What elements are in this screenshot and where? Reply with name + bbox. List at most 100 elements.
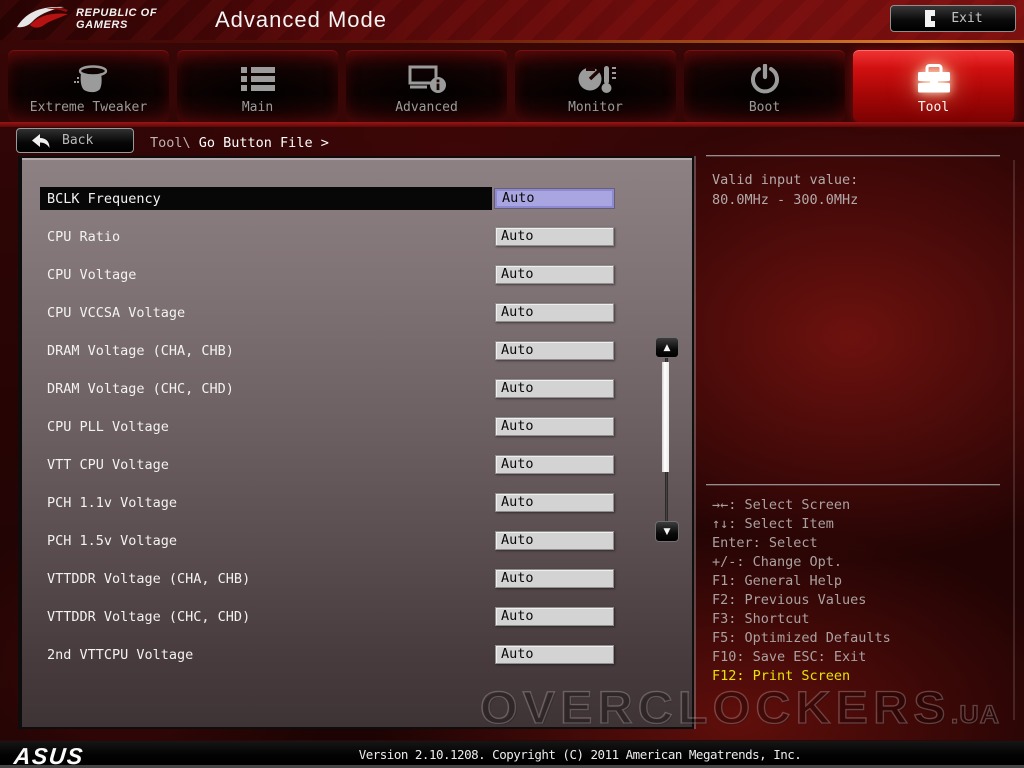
tweaker-dial-icon [8, 61, 169, 97]
setting-row[interactable]: DRAM Voltage (CHC, CHD) Auto [22, 379, 692, 417]
scrollbar-thumb[interactable] [662, 362, 669, 472]
setting-value-field[interactable]: Auto [495, 645, 614, 664]
header-bar: REPUBLIC OF GAMERS Advanced Mode Exit [0, 0, 1024, 40]
setting-label: CPU PLL Voltage [47, 419, 169, 435]
valid-input-range: 80.0MHz - 300.0MHz [712, 191, 859, 208]
back-button[interactable]: Back [16, 128, 134, 153]
hotkey-line: ↑↓: Select Item [712, 516, 834, 532]
scroll-down-button[interactable]: ▼ [655, 521, 679, 542]
setting-value-field[interactable]: Auto [495, 569, 614, 588]
settings-list: BCLK Frequency Auto CPU Ratio Auto CPU V… [22, 187, 692, 683]
setting-value-field[interactable]: Auto [495, 607, 614, 626]
hotkey-line: Enter: Select [712, 535, 818, 551]
setting-label: BCLK Frequency [47, 191, 161, 207]
setting-value-field[interactable]: Auto [495, 531, 614, 550]
tab-tool[interactable]: Tool [853, 50, 1014, 122]
hotkey-line: +/-: Change Opt. [712, 554, 843, 570]
exit-label: Exit [951, 11, 983, 26]
exit-button[interactable]: Exit [890, 5, 1016, 32]
tab-extreme-tweaker[interactable]: Extreme Tweaker [8, 50, 169, 122]
setting-label: CPU Ratio [47, 229, 121, 245]
setting-row[interactable]: VTTDDR Voltage (CHC, CHD) Auto [22, 607, 692, 645]
tab-label: Monitor [568, 100, 623, 115]
setting-row[interactable]: DRAM Voltage (CHA, CHB) Auto [22, 341, 692, 379]
hotkey-line: F2: Previous Values [712, 592, 867, 608]
tab-label: Boot [748, 100, 781, 115]
triangle-down-icon: ▼ [663, 526, 671, 537]
hotkey-line: F10: Save ESC: Exit [712, 649, 867, 665]
tab-advanced[interactable]: Advanced [346, 50, 507, 122]
setting-label: VTTDDR Voltage (CHA, CHB) [47, 571, 251, 587]
breadcrumb-root[interactable]: Tool\ [150, 135, 191, 151]
setting-row[interactable]: CPU Voltage Auto [22, 265, 692, 303]
hotkey-line: F5: Optimized Defaults [712, 630, 891, 646]
scroll-up-button[interactable]: ▲ [655, 337, 679, 358]
tab-label: Extreme Tweaker [29, 100, 148, 115]
setting-label: VTT CPU Voltage [47, 457, 169, 473]
setting-value-field[interactable]: Auto [495, 493, 614, 512]
setting-value-field[interactable]: Auto [495, 417, 614, 436]
tab-bar: Extreme Tweaker Main Advanced Monitor Bo… [8, 50, 1016, 122]
hotkey-line: F3: Shortcut [712, 611, 810, 627]
gauge-thermometer-icon [515, 61, 676, 97]
info-separator-top [706, 155, 1000, 157]
tab-label: Tool [917, 100, 950, 115]
toolbox-icon [853, 61, 1014, 97]
setting-value-field[interactable]: Auto [495, 265, 614, 284]
setting-row[interactable]: VTT CPU Voltage Auto [22, 455, 692, 493]
setting-label: PCH 1.1v Voltage [47, 495, 178, 511]
page-title: Advanced Mode [215, 7, 387, 32]
setting-label: CPU Voltage [47, 267, 137, 283]
setting-row[interactable]: PCH 1.5v Voltage Auto [22, 531, 692, 569]
exit-door-icon [923, 9, 937, 28]
setting-value-field[interactable]: Auto [495, 379, 614, 398]
setting-row[interactable]: CPU VCCSA Voltage Auto [22, 303, 692, 341]
hotkey-line: F1: General Help [712, 573, 843, 589]
settings-panel: BCLK Frequency Auto CPU Ratio Auto CPU V… [18, 156, 694, 729]
tab-underline-band [0, 122, 1024, 127]
setting-value-field[interactable]: Auto [495, 455, 614, 474]
power-icon [684, 61, 845, 97]
breadcrumb-path: Go Button File > [198, 135, 329, 151]
info-separator-bottom [706, 484, 1000, 486]
monitor-info-icon [346, 61, 507, 97]
setting-label: PCH 1.5v Voltage [47, 533, 178, 549]
hotkey-legend: →←: Select Screen ↑↓: Select Item Enter:… [712, 496, 891, 686]
list-icon [177, 61, 338, 97]
tab-monitor[interactable]: Monitor [515, 50, 676, 122]
setting-value-field[interactable]: Auto [495, 303, 614, 322]
rog-logo-icon [16, 4, 70, 36]
setting-label: DRAM Voltage (CHC, CHD) [47, 381, 234, 397]
setting-label: 2nd VTTCPU Voltage [47, 647, 194, 663]
setting-row[interactable]: 2nd VTTCPU Voltage Auto [22, 645, 692, 683]
setting-value-field[interactable]: Auto [495, 189, 614, 208]
setting-row[interactable]: VTTDDR Voltage (CHA, CHB) Auto [22, 569, 692, 607]
triangle-up-icon: ▲ [663, 342, 671, 353]
bios-screen: REPUBLIC OF GAMERS Advanced Mode Exit Ex… [0, 0, 1024, 768]
back-label: Back [62, 133, 94, 148]
watermark: OVERCLOCKERS.UA [479, 681, 1000, 734]
setting-row[interactable]: BCLK Frequency Auto [22, 187, 692, 227]
hotkey-line: →←: Select Screen [712, 497, 851, 513]
tab-boot[interactable]: Boot [684, 50, 845, 122]
setting-value-field[interactable]: Auto [495, 227, 614, 246]
setting-label: DRAM Voltage (CHA, CHB) [47, 343, 234, 359]
tab-label: Main [241, 100, 274, 115]
setting-row[interactable]: CPU Ratio Auto [22, 227, 692, 265]
tab-label: Advanced [395, 100, 458, 115]
setting-label: VTTDDR Voltage (CHC, CHD) [47, 609, 251, 625]
valid-input-title: Valid input value: [712, 172, 859, 188]
header-accent-line [0, 40, 1024, 43]
tab-main[interactable]: Main [177, 50, 338, 122]
asus-logo: ASUS [12, 743, 86, 768]
footer-bar: ASUS Version 2.10.1208. Copyright (C) 20… [0, 740, 1024, 768]
breadcrumb: Tool\ Go Button File > [150, 133, 329, 153]
watermark-text: OVERCLOCKERS [479, 681, 951, 733]
valid-input-help: Valid input value: 80.0MHz - 300.0MHz [712, 171, 858, 210]
brand-line1: REPUBLIC OF [76, 7, 158, 19]
setting-row[interactable]: PCH 1.1v Voltage Auto [22, 493, 692, 531]
brand-line2: GAMERS [76, 19, 128, 31]
setting-value-field[interactable]: Auto [495, 341, 614, 360]
setting-row[interactable]: CPU PLL Voltage Auto [22, 417, 692, 455]
back-arrow-icon [31, 133, 50, 149]
